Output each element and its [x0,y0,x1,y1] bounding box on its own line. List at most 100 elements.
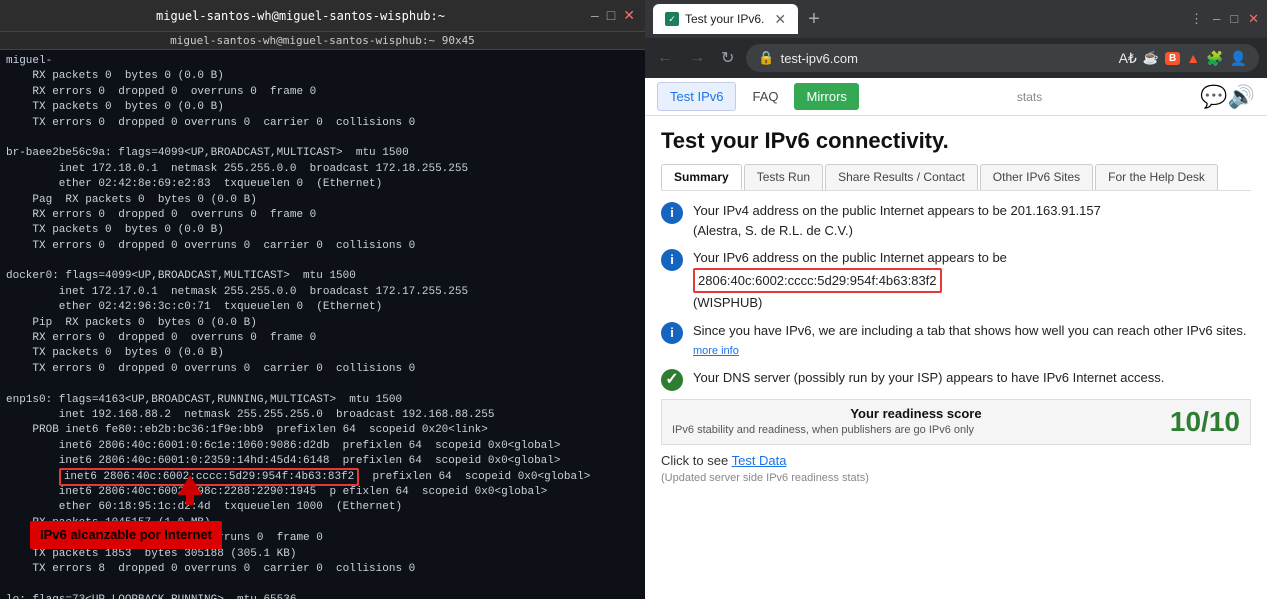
more-info-link[interactable]: more info [693,345,739,357]
terminal-body[interactable]: miguel- RX packets 0 bytes 0 (0.0 B) RX … [0,50,645,599]
browser-maximize[interactable]: □ [1230,11,1238,27]
address-bar[interactable]: 🔒 test-ipv6.com A₺ ☕ B ▲ 🧩 👤 [746,44,1259,72]
terminal-line: docker0: flags=4099<UP,BROADCAST,MULTICA… [6,269,639,284]
terminal-line: br-baee2be56c9a: flags=4099<UP,BROADCAST… [6,146,639,161]
page-main-title: Test your IPv6 connectivity. [661,128,1251,154]
browser-page: Test IPv6 FAQ Mirrors stats 💬🔊 Test your… [645,78,1267,599]
terminal-line: ether 02:42:8e:69:e2:83 txqueuelen 0 (Et… [6,177,639,192]
translate-icon[interactable]: A₺ [1119,50,1137,67]
terminal-line: PROB inet6 fe80::eb2b:bc36:1f9e:bb9 pref… [6,423,639,438]
browser-minimize[interactable]: – [1213,11,1220,27]
browser-titlebar: ✓ Test your IPv6. ✕ + ⋮ – □ ✕ [645,0,1267,38]
sub-tab-other-sites[interactable]: Other IPv6 Sites [980,164,1093,190]
profile-icon[interactable]: 👤 [1230,50,1247,67]
address-bar-icons: A₺ ☕ B ▲ 🧩 👤 [1119,50,1247,67]
terminal-ipv6-highlighted-line: inet6 2806:40c:6002:cccc:5d29:954f:4b63:… [6,470,639,485]
readiness-score: 10/10 [1170,406,1240,438]
terminal-line: inet6 2806:40c:6001:0:6c1e:1060:9086:d2d… [6,439,639,454]
bottom-note: (Updated server side IPv6 readiness stat… [661,472,1251,484]
info-text-ipv4: Your IPv4 address on the public Internet… [693,201,1101,240]
nav-test-ipv6[interactable]: Test IPv6 [657,82,736,111]
lock-icon: 🔒 [758,50,774,66]
terminal-line: inet 172.18.0.1 netmask 255.255.0.0 broa… [6,162,639,177]
terminal-line: inet 172.17.0.1 netmask 255.255.0.0 broa… [6,285,639,300]
browser-tab-active[interactable]: ✓ Test your IPv6. ✕ [653,4,798,34]
arrow-pointer [178,475,202,511]
info-icon-dns: ✓ [661,369,683,391]
terminal-line: miguel- [6,54,639,69]
url-text: test-ipv6.com [781,51,1113,66]
brave-shield-icon[interactable]: B [1165,52,1180,65]
terminal-line: Pip RX packets 0 bytes 0 (0.0 B) [6,316,639,331]
site-topnav: Test IPv6 FAQ Mirrors stats 💬🔊 [645,78,1267,116]
new-tab-button[interactable]: + [808,8,820,31]
info-item-ipv4: i Your IPv4 address on the public Intern… [661,201,1251,240]
test-data-link[interactable]: Test Data [732,453,787,468]
terminal-line [6,254,639,269]
tab-favicon: ✓ [665,12,679,26]
tab-title: Test your IPv6. [685,12,764,26]
terminal-line: TX packets 0 bytes 0 (0.0 B) [6,100,639,115]
terminal-line: Pag RX packets 0 bytes 0 (0.0 B) [6,193,639,208]
sub-tabs: Summary Tests Run Share Results / Contac… [661,164,1251,191]
terminal-line: RX errors 0 dropped 0 overruns 0 frame 0 [6,85,639,100]
terminal-line: ether 02:42:96:3c:c0:71 txqueuelen 0 (Et… [6,300,639,315]
terminal-maximize[interactable]: □ [607,7,615,24]
readiness-section: Your readiness score IPv6 stability and … [661,399,1251,445]
info-icon-ipv4: i [661,202,683,224]
ipv6-label-overlay: IPv6 alcanzable por Internet [30,521,222,549]
info-text-ipv6-sites: Since you have IPv6, we are including a … [693,321,1251,360]
terminal-line: ether 60:18:95:1c:d2:4d txqueuelen 1000 … [6,500,639,515]
terminal-minimize[interactable]: – [591,7,599,24]
ipv6-address-highlight: inet6 2806:40c:6002:cccc:5d29:954f:4b63:… [59,468,359,486]
extension-icon[interactable]: 🧩 [1206,50,1223,67]
terminal-line: TX packets 0 bytes 0 (0.0 B) [6,223,639,238]
ipv6-address-box: 2806:40c:6002:cccc:5d29:954f:4b63:83f2 [693,268,942,294]
info-item-ipv6-sites: i Since you have IPv6, we are including … [661,321,1251,360]
terminal-line: TX errors 0 dropped 0 overruns 0 carrier… [6,239,639,254]
page-content: Test your IPv6 connectivity. Summary Tes… [645,116,1267,599]
browser-panel: ✓ Test your IPv6. ✕ + ⋮ – □ ✕ ← → ↻ 🔒 te… [645,0,1267,599]
info-items-list: i Your IPv4 address on the public Intern… [661,201,1251,391]
terminal-line: TX errors 0 dropped 0 overruns 0 carrier… [6,362,639,377]
reload-button[interactable]: ↻ [717,46,738,70]
sub-tab-tests-run[interactable]: Tests Run [744,164,823,190]
sub-tab-share[interactable]: Share Results / Contact [825,164,978,190]
browser-close[interactable]: ✕ [1248,11,1259,27]
terminal-line: TX errors 8 dropped 0 overruns 0 carrier… [6,562,639,577]
nav-faq[interactable]: FAQ [740,83,790,110]
back-button[interactable]: ← [653,47,677,69]
terminal-close[interactable]: ✕ [623,7,635,24]
terminal-subtitle: miguel-santos-wh@miguel-santos-wisphub:~… [0,32,645,50]
terminal-line: TX errors 0 dropped 0 overruns 0 carrier… [6,116,639,131]
tab-close-button[interactable]: ✕ [774,11,786,28]
terminal-panel: miguel-santos-wh@miguel-santos-wisphub:~… [0,0,645,599]
terminal-line: RX errors 0 dropped 0 overruns 0 frame 0 [6,331,639,346]
info-icon-ipv6: i [661,249,683,271]
info-text-dns: Your DNS server (possibly run by your IS… [693,368,1164,388]
sub-tab-help-desk[interactable]: For the Help Desk [1095,164,1218,190]
info-text-ipv6: Your IPv6 address on the public Internet… [693,248,1007,313]
nav-mirrors[interactable]: Mirrors [794,83,858,110]
test-data-label: Click to see [661,453,728,468]
info-item-ipv6: i Your IPv6 address on the public Intern… [661,248,1251,313]
forward-button[interactable]: → [685,47,709,69]
readiness-title: Your readiness score [672,406,1160,421]
terminal-line: inet 192.168.88.2 netmask 255.255.255.0 … [6,408,639,423]
sub-tab-summary[interactable]: Summary [661,164,742,190]
nav-stats[interactable]: stats [1017,90,1042,104]
readiness-desc: IPv6 stability and readiness, when publi… [672,424,1160,436]
bookmark-icon[interactable]: ☕ [1143,50,1159,66]
browser-window-controls: ⋮ – □ ✕ [1182,11,1259,27]
terminal-line: lo: flags=73<UP,LOOPBACK,RUNNING> mtu 65… [6,593,639,599]
terminal-line: inet6 2806:40c:6002:598c:2288:2290:1945 … [6,485,639,500]
info-icon-ipv6-sites: i [661,322,683,344]
info-item-dns: ✓ Your DNS server (possibly run by your … [661,368,1251,391]
terminal-line [6,577,639,592]
translate-floating-icon[interactable]: 💬🔊 [1200,84,1255,110]
terminal-line: enp1s0: flags=4163<UP,BROADCAST,RUNNING,… [6,393,639,408]
terminal-line: RX errors 0 dropped 0 overruns 0 frame 0 [6,208,639,223]
browser-addressbar: ← → ↻ 🔒 test-ipv6.com A₺ ☕ B ▲ 🧩 👤 [645,38,1267,78]
terminal-line: TX packets 0 bytes 0 (0.0 B) [6,346,639,361]
terminal-title: miguel-santos-wh@miguel-santos-wisphub:~ [10,9,591,23]
